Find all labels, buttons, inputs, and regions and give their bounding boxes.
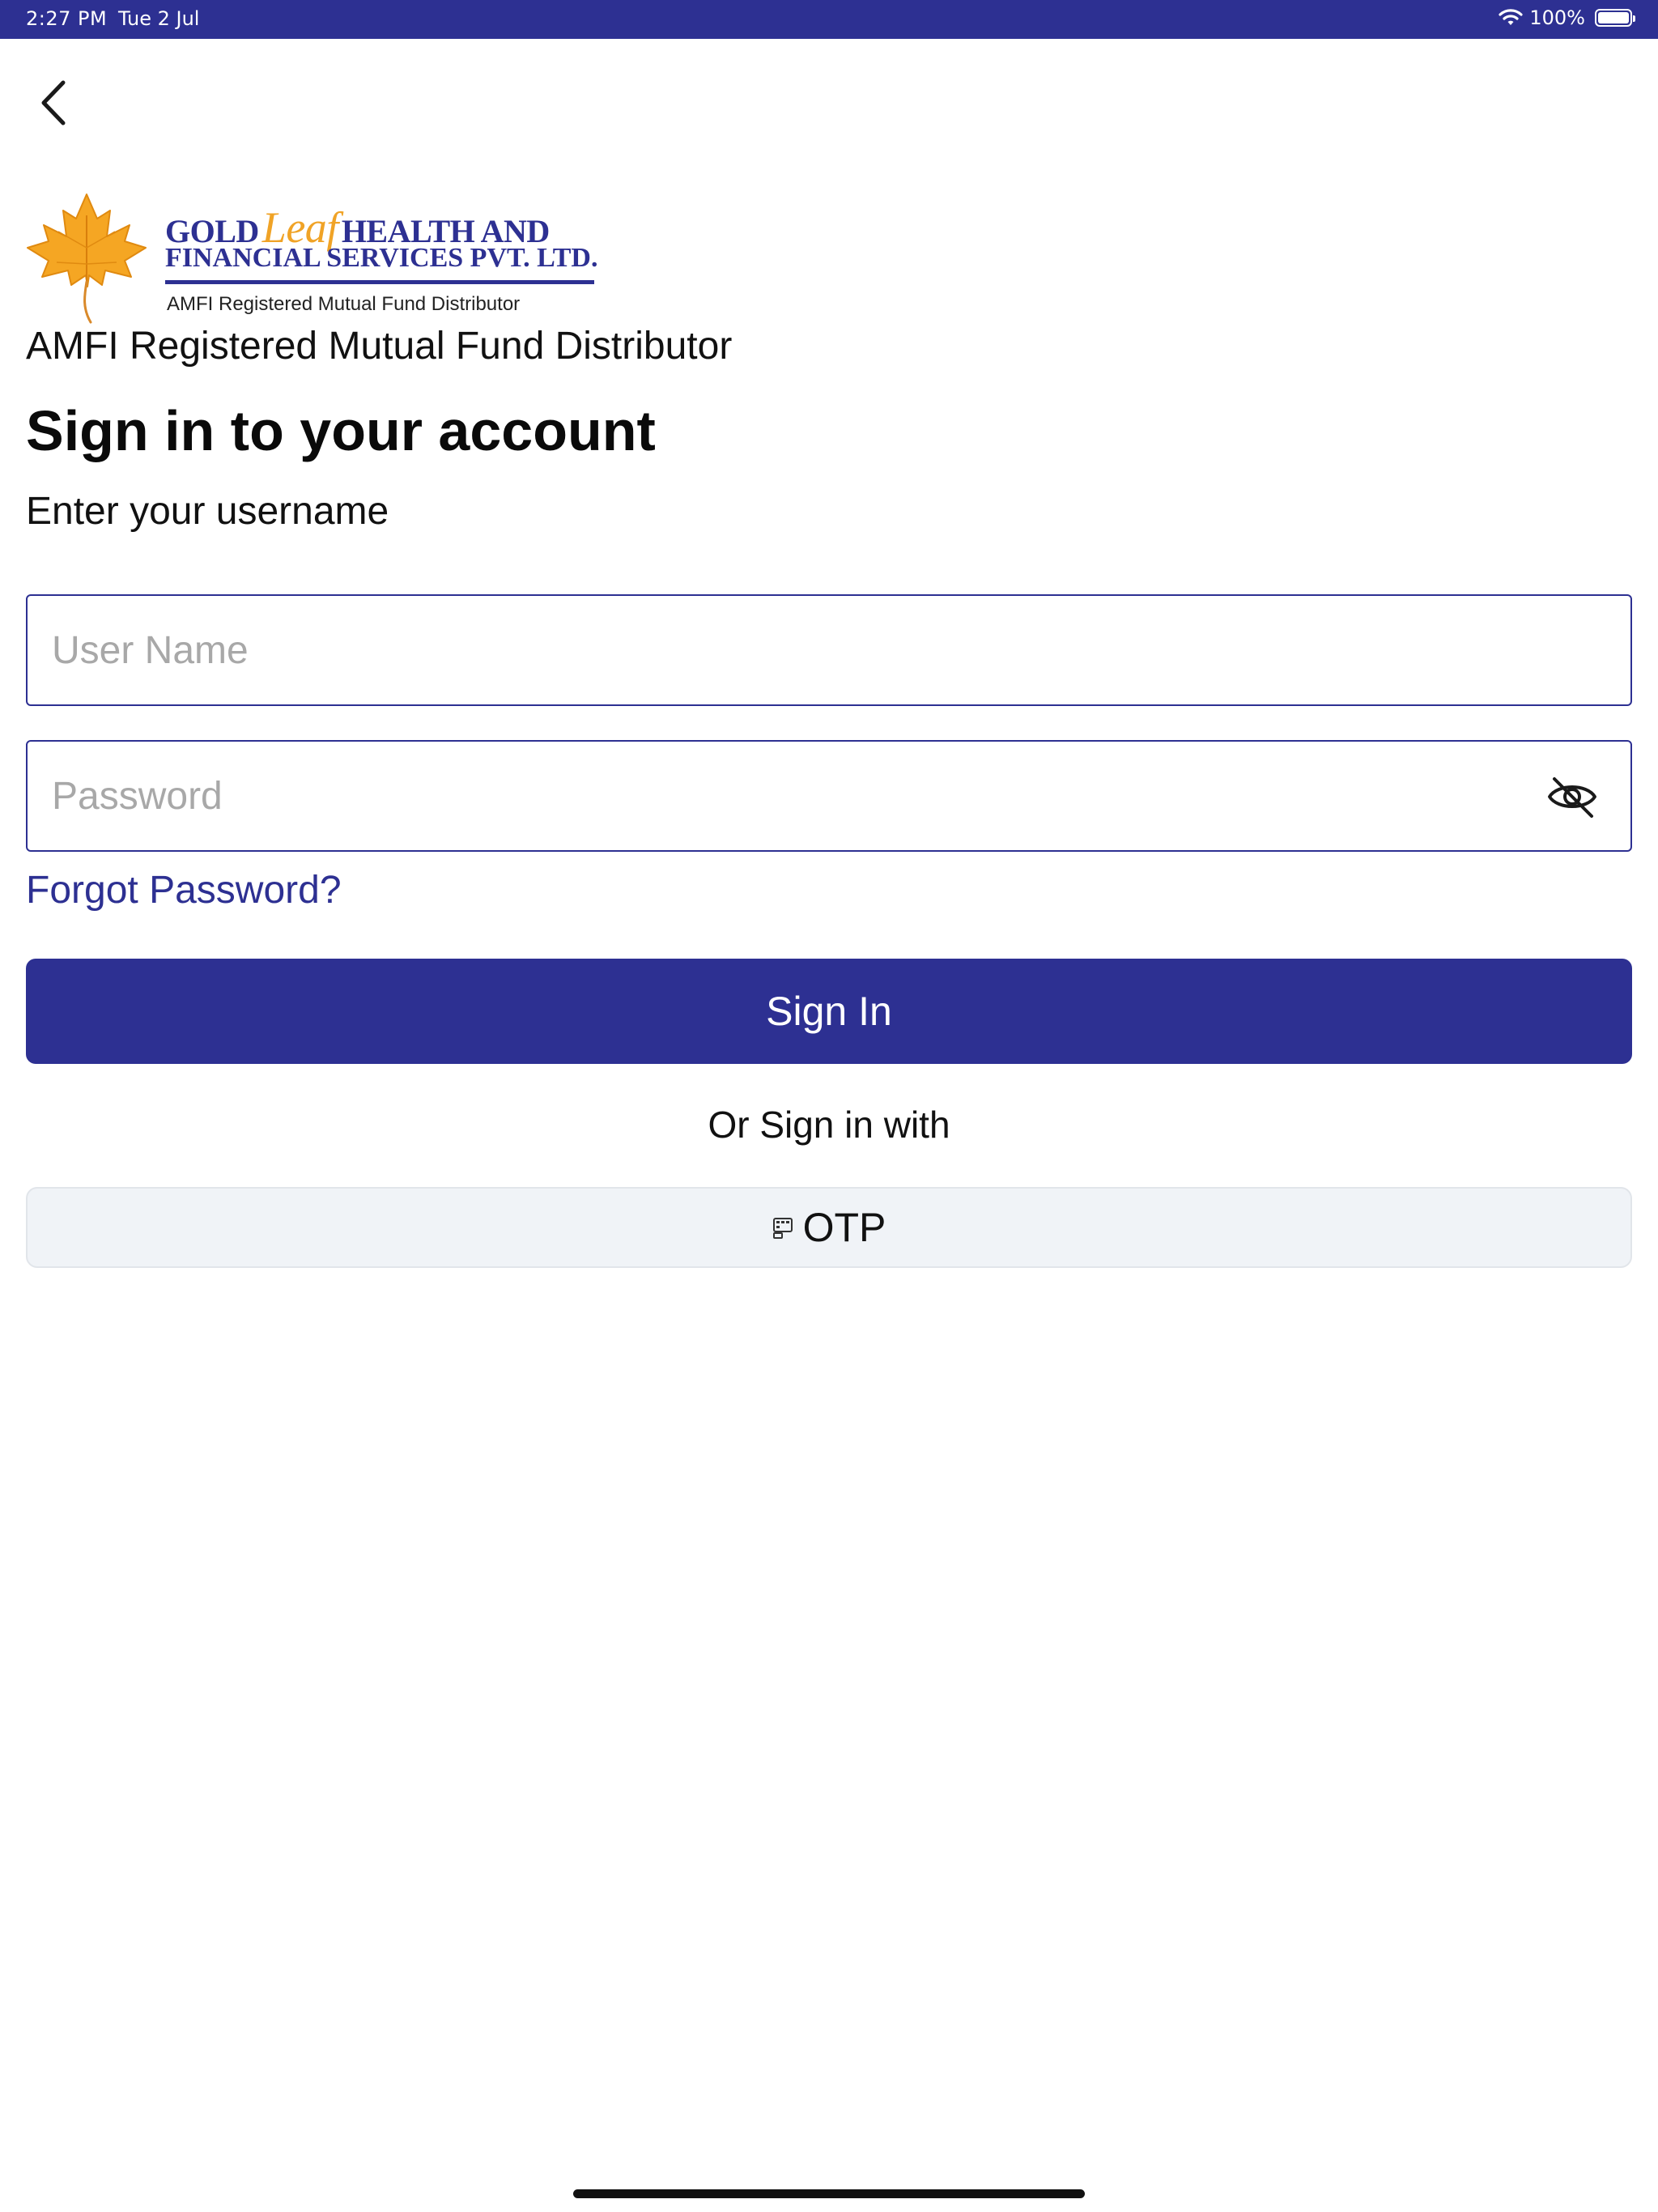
- back-button[interactable]: [29, 73, 74, 133]
- status-time: 2:27 PM: [26, 7, 108, 30]
- status-bar: 2:27 PM Tue 2 Jul 100%: [0, 0, 1658, 39]
- chevron-left-icon: [29, 80, 74, 136]
- status-indicators: 100%: [1499, 6, 1635, 29]
- otp-button-label: OTP: [802, 1205, 886, 1250]
- amfi-registration-text: AMFI Registered Mutual Fund Distributor: [26, 325, 733, 368]
- page-subtitle: Enter your username: [26, 490, 389, 533]
- battery-percentage: 100%: [1529, 6, 1585, 29]
- wifi-icon: [1499, 8, 1523, 28]
- signin-screen: 2:27 PM Tue 2 Jul 100% GOLDLeaf HEALTH A…: [0, 0, 1658, 2212]
- alternate-signin-label: Or Sign in with: [708, 1104, 950, 1146]
- forgot-password-link[interactable]: Forgot Password?: [26, 868, 342, 912]
- logo-tagline: AMFI Registered Mutual Fund Distributor: [167, 293, 521, 315]
- password-input[interactable]: [52, 742, 1525, 850]
- company-logo: GOLDLeaf HEALTH AND FINANCIAL SERVICES PV…: [26, 188, 597, 325]
- battery-level-fill: [1598, 12, 1629, 23]
- dialpad-icon: [772, 1215, 795, 1240]
- otp-signin-button[interactable]: OTP: [26, 1187, 1632, 1268]
- logo-company-name-line2: FINANCIAL SERVICES PVT. LTD.: [165, 243, 598, 273]
- username-input[interactable]: [52, 596, 1525, 704]
- username-field-container: [26, 594, 1632, 706]
- password-visibility-toggle[interactable]: [1546, 772, 1598, 821]
- eye-off-icon: [1546, 777, 1598, 824]
- home-indicator[interactable]: [573, 2189, 1085, 2198]
- sign-in-button[interactable]: Sign In: [26, 959, 1632, 1064]
- logo-divider: [165, 280, 594, 284]
- page-title: Sign in to your account: [26, 399, 656, 462]
- battery-tip: [1633, 15, 1635, 22]
- battery-icon: [1595, 9, 1635, 27]
- status-date: Tue 2 Jul: [118, 7, 200, 30]
- maple-leaf-icon: [26, 191, 147, 329]
- password-field-container: [26, 740, 1632, 852]
